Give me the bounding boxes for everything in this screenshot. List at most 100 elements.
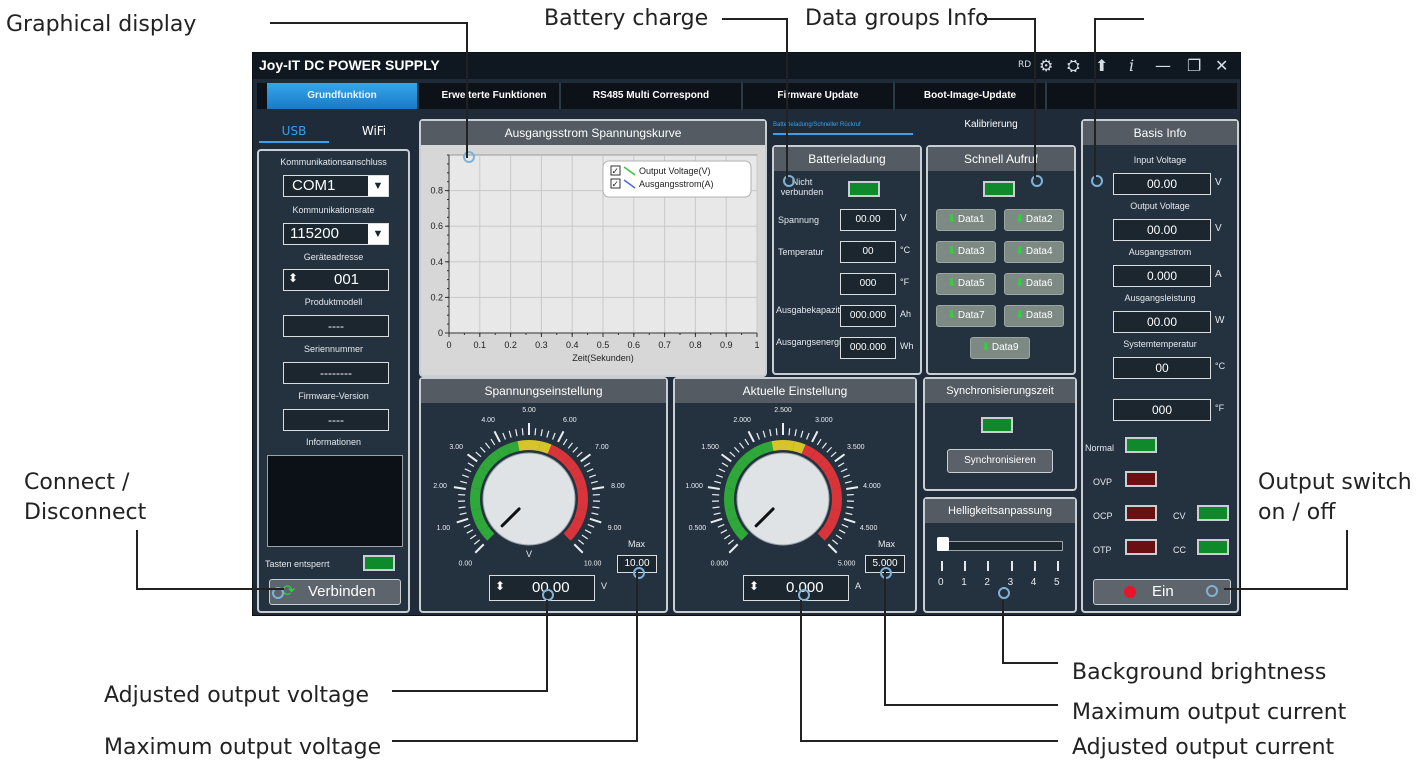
data8-button[interactable]: ⬇ Data8 <box>1004 305 1064 327</box>
dial-arc-segment <box>728 517 743 532</box>
callout-data-groups-info: Data groups Info <box>805 6 989 31</box>
dial-tick <box>583 462 591 467</box>
window-title: Joy-IT DC POWER SUPPLY <box>259 57 440 73</box>
dial-tick <box>806 432 810 440</box>
output-current-unit: A <box>1215 269 1222 280</box>
dial-tick <box>590 480 598 484</box>
dial-arc-segment <box>474 466 489 481</box>
chevron-down-icon[interactable]: ▼ <box>368 176 388 196</box>
dial-tick <box>715 474 723 478</box>
dial-tick <box>821 442 827 449</box>
dial-tick <box>453 486 466 490</box>
x-tick-label: 0.3 <box>535 340 548 350</box>
dial-arc-segment <box>728 466 743 481</box>
tab-erweiterte-funktionen[interactable]: Erweiterte Funktionen <box>429 83 561 109</box>
ovp-indicator <box>1125 471 1157 487</box>
voltage-setting-panel: Spannungseinstellung 0.00 1.00 2.00 3.00 4.0… <box>419 377 668 613</box>
upload-icon[interactable]: ⬆ <box>1095 56 1108 75</box>
tab-boot-image-update[interactable]: Boot-Image-Update <box>895 83 1047 109</box>
brightness-tick <box>964 561 967 571</box>
close-icon[interactable]: ✕ <box>1215 56 1228 75</box>
leader-line <box>1224 588 1348 590</box>
system-temp-label: Systemtemperatur <box>1123 339 1197 349</box>
tab-usb[interactable]: USB <box>259 121 329 143</box>
rate-value: 115200 <box>290 225 339 242</box>
dial-tick <box>830 451 837 458</box>
dial-arc-segment <box>771 440 784 451</box>
arrow-down-icon: ⬇ <box>1015 214 1024 225</box>
dial-tick <box>720 529 728 534</box>
data1-button[interactable]: ⬇ Data1 <box>936 209 996 231</box>
dial-arc-segment <box>538 441 552 454</box>
dial-arc-segment <box>831 498 842 511</box>
fw-label: Firmware-Version <box>298 391 369 401</box>
data6-button[interactable]: ⬇ Data6 <box>1004 273 1064 295</box>
battery-energy-label: Ausgangsenergie <box>776 337 847 347</box>
dial-tick <box>845 512 853 516</box>
current-stepper[interactable]: ⬍ 0.000 <box>743 575 849 601</box>
data4-button[interactable]: ⬇ Data4 <box>1004 241 1064 263</box>
sync-panel: Synchronisierungszeit Synchronisieren <box>923 377 1077 491</box>
settings2-icon[interactable]: ⛭ <box>1067 56 1080 76</box>
dial-arc-segment <box>577 498 588 511</box>
dial-tick <box>713 512 721 516</box>
output-on-button[interactable]: Ein <box>1093 579 1231 605</box>
quick-recall-panel: Schnell Aufruf ⬇ Data1 ⬇ Data2 ⬇ Data3 ⬇ Dat… <box>926 145 1076 375</box>
dial-tick <box>521 428 524 436</box>
leader-line <box>136 588 284 590</box>
tab-wifi[interactable]: WiFi <box>339 121 409 141</box>
callout-background-brightness: Background brightness <box>1072 660 1327 685</box>
cc-indicator <box>1197 539 1229 555</box>
dial-tick <box>710 517 723 524</box>
restore-icon[interactable]: ❐ <box>1187 56 1201 75</box>
dial-tick <box>589 474 597 478</box>
brightness-slider-track[interactable] <box>937 541 1063 551</box>
dial-tick <box>843 517 856 524</box>
tab-battery-fast-recall[interactable]: Batterieladung/Schneller Rückruf <box>773 117 913 135</box>
rate-select[interactable]: 115200 ▼ <box>283 223 389 245</box>
dial-arc-segment <box>556 449 571 465</box>
tab-grundfunktion[interactable]: Grundfunktion <box>267 83 419 109</box>
marker-dot-icon <box>998 587 1010 599</box>
system-temp-c-value: 00 <box>1113 357 1211 379</box>
arrow-down-icon: ⬇ <box>947 278 956 289</box>
data9-button[interactable]: ⬇ Data9 <box>970 337 1030 359</box>
data3-button[interactable]: ⬇ Data3 <box>936 241 996 263</box>
connect-button[interactable]: ⟳ Verbinden <box>269 579 401 605</box>
data5-button[interactable]: ⬇ Data5 <box>936 273 996 295</box>
gear-icon[interactable]: ⚙ <box>1039 56 1053 75</box>
stepper-icon[interactable]: ⬍ <box>749 579 759 593</box>
port-select[interactable]: COM1 ▼ <box>283 175 389 197</box>
brightness-slider-thumb[interactable] <box>937 537 949 551</box>
tab-firmware-update[interactable]: Firmware Update <box>743 83 895 109</box>
y-tick-label: 0.4 <box>430 257 443 267</box>
data7-button[interactable]: ⬇ Data7 <box>936 305 996 327</box>
dial-tick <box>577 539 585 545</box>
dial-arc-segment <box>733 457 749 472</box>
dial-tick <box>718 468 726 473</box>
dial-arc-segment <box>733 526 749 541</box>
tab-calibration[interactable]: Kalibrierung <box>941 117 1041 133</box>
cc-label: CC <box>1173 545 1186 555</box>
system-temp-f-value: 000 <box>1113 399 1211 421</box>
dial-tick <box>788 428 791 436</box>
input-voltage-value: 00.00 <box>1113 173 1211 195</box>
tab-rs485[interactable]: RS485 Multi Correspond <box>561 83 743 109</box>
dial-tick <box>747 430 755 443</box>
output-power-label: Ausgangsleistung <box>1124 293 1196 303</box>
chevron-down-icon[interactable]: ▼ <box>368 224 388 244</box>
dial-tick <box>739 442 745 449</box>
sync-button[interactable]: Synchronisieren <box>947 449 1053 473</box>
dial-tick <box>581 534 589 540</box>
minimize-icon[interactable]: — <box>1155 56 1171 75</box>
x-tick-label: 0.2 <box>504 340 517 350</box>
data2-button[interactable]: ⬇ Data2 <box>1004 209 1064 231</box>
address-stepper[interactable]: ⬍ 001 <box>283 269 389 291</box>
dial-tick <box>762 430 766 438</box>
dial-tick <box>473 539 481 545</box>
stepper-icon[interactable]: ⬍ <box>288 271 298 285</box>
dial-knob <box>736 452 830 546</box>
stepper-icon[interactable]: ⬍ <box>495 579 505 593</box>
info-icon[interactable]: i <box>1129 56 1134 75</box>
x-tick-label: 0.8 <box>689 340 702 350</box>
